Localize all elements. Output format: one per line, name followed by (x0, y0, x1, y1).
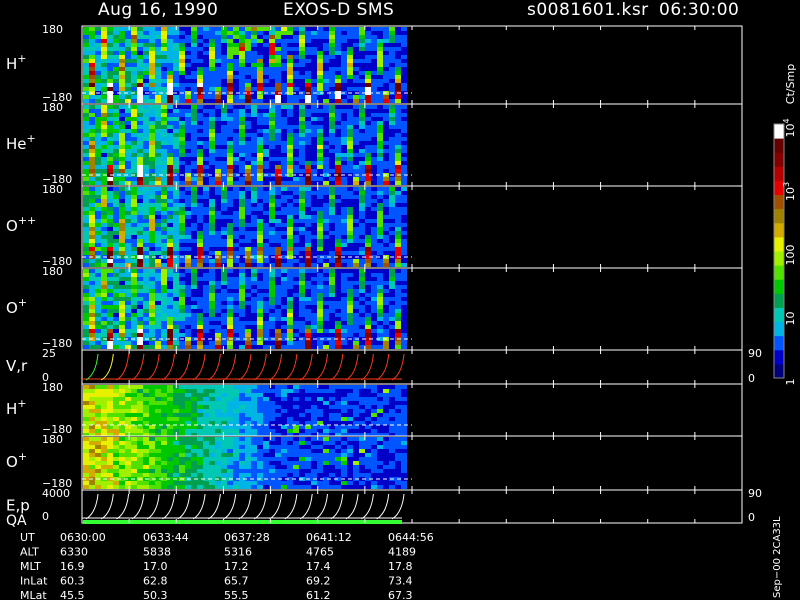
panel-label: O+ (6, 450, 27, 471)
right-tick-top: 90 (748, 487, 762, 500)
colorbar-swatch (774, 208, 784, 224)
colorbar-swatch (774, 349, 784, 365)
panel-label: H+ (6, 397, 27, 418)
colorbar-tick-sup: 3 (782, 182, 791, 187)
panel-o_plus2: 180−180O+ (6, 433, 743, 491)
colorbar-swatch (774, 152, 784, 167)
footer-note: Sep−00 2CA33L (772, 516, 783, 598)
ephemeris-cell: 55.5 (224, 589, 249, 600)
y-tick-top: 180 (42, 433, 63, 446)
colorbar-swatch (774, 124, 784, 139)
y-tick-top: 180 (42, 183, 63, 196)
colorbar-swatch (774, 251, 784, 266)
y-tick-top: 180 (42, 23, 63, 36)
panel-label-secondary: QA (6, 513, 27, 529)
panel-label: V,r (6, 357, 28, 375)
panel-label: He+ (6, 132, 36, 153)
panel-o_pp: 180−180O++ (6, 183, 743, 269)
ephemeris-cell: 0633:44 (143, 531, 189, 544)
ephemeris-cell: 0630:00 (60, 531, 106, 544)
ephemeris-cell: 50.3 (143, 589, 168, 600)
ephemeris-cell: 69.2 (306, 575, 331, 588)
panel-label-sup: + (27, 132, 36, 145)
ephemeris-cell: 5316 (224, 546, 252, 559)
ephemeris-cell: 65.7 (224, 575, 249, 588)
colorbar: 1 10 100 103 104 Ct/Smp (773, 64, 797, 386)
panel-label-sup: + (17, 52, 26, 65)
ephemeris-cell: 5838 (143, 546, 171, 559)
ephemeris-cell: 45.5 (60, 589, 85, 600)
colorbar-swatch (774, 293, 784, 308)
ephemeris-cell: 0637:28 (224, 531, 270, 544)
y-tick-top: 180 (42, 265, 63, 278)
colorbar-swatch (774, 166, 784, 181)
ephemeris-cell: 0644:56 (388, 531, 434, 544)
ephemeris-cell: 4765 (306, 546, 334, 559)
colorbar-unit: Ct/Smp (784, 64, 797, 104)
colorbar-swatch (774, 265, 784, 280)
colorbar-tick: 1 (784, 379, 797, 386)
ephemeris-cell: 60.3 (60, 575, 85, 588)
panel-o_plus: 180−180O+ (6, 265, 743, 351)
colorbar-swatch (774, 279, 784, 294)
spectrogram-chart: 180−180H+180−180He+180−180O++180−180O+25… (6, 23, 797, 600)
colorbar-swatch (774, 321, 784, 337)
ephemeris-cell: 4189 (388, 546, 416, 559)
y-tick-top: 180 (42, 381, 63, 394)
colorbar-tick-sup: 4 (782, 118, 791, 123)
panel-label-sup: + (17, 397, 26, 410)
right-tick-top: 90 (748, 347, 762, 360)
colorbar-swatch (774, 138, 784, 153)
ephemeris-cell: 17.4 (306, 560, 331, 573)
colorbar-swatch (774, 222, 784, 238)
ephemeris-cell: 61.2 (306, 589, 331, 600)
ephemeris-cell: 16.9 (60, 560, 85, 573)
row-label-mlt: MLT (20, 560, 41, 573)
qa-bar (83, 520, 402, 524)
row-label-inlat: InLat (20, 575, 48, 588)
panel-label: O++ (6, 214, 36, 235)
colorbar-tick: 103 (782, 182, 797, 201)
panel-vr: 250V,r900 (6, 347, 762, 385)
ephemeris-cell: 17.8 (388, 560, 413, 573)
colorbar-swatch (774, 236, 784, 252)
row-label-mlat: MLat (20, 589, 47, 600)
panel-he_plus: 180−180He+ (6, 101, 743, 187)
y-tick-bottom: 0 (42, 510, 49, 523)
ephemeris-cell: 17.2 (224, 560, 249, 573)
ephemeris-cell: 67.3 (388, 589, 413, 600)
panel-label-sup: + (18, 296, 27, 309)
colorbar-tick: 100 (784, 245, 797, 266)
colorbar-swatch (774, 194, 784, 210)
right-tick-bottom: 0 (748, 511, 755, 524)
colorbar-swatch (774, 307, 784, 323)
colorbar-swatch (774, 363, 784, 379)
panel-label-sup: + (18, 450, 27, 463)
ephemeris-cell: 6330 (60, 546, 88, 559)
ephemeris-cell: 17.0 (143, 560, 168, 573)
colorbar-tick: 10 (784, 312, 797, 326)
row-label-ut: UT (20, 531, 35, 544)
row-label-alt: ALT (20, 546, 39, 559)
panel-label: E,p (6, 497, 30, 515)
panel-label: O+ (6, 296, 27, 317)
colorbar-tick: 104 (782, 118, 797, 137)
ephemeris-cell: 62.8 (143, 575, 168, 588)
panel-ep: 4000 0 E,pQA 90 0 (6, 487, 762, 529)
panel-h_plus2: 180−180H+ (6, 381, 743, 437)
panel-label-sup: ++ (18, 214, 36, 227)
y-tick-top: 25 (42, 347, 56, 360)
y-tick-top: 4000 (42, 487, 70, 500)
colorbar-swatch (774, 335, 784, 351)
ephemeris-cell: 73.4 (388, 575, 413, 588)
right-tick-bottom: 0 (748, 372, 755, 385)
panel-label: H+ (6, 52, 27, 73)
panel-h_plus: 180−180H+ (6, 23, 743, 105)
y-tick-top: 180 (42, 101, 63, 114)
ephemeris-table: UT 0630:00 0633:44 0637:28 0641:12 0644:56 ALT… (20, 531, 434, 600)
ephemeris-cell: 0641:12 (306, 531, 352, 544)
